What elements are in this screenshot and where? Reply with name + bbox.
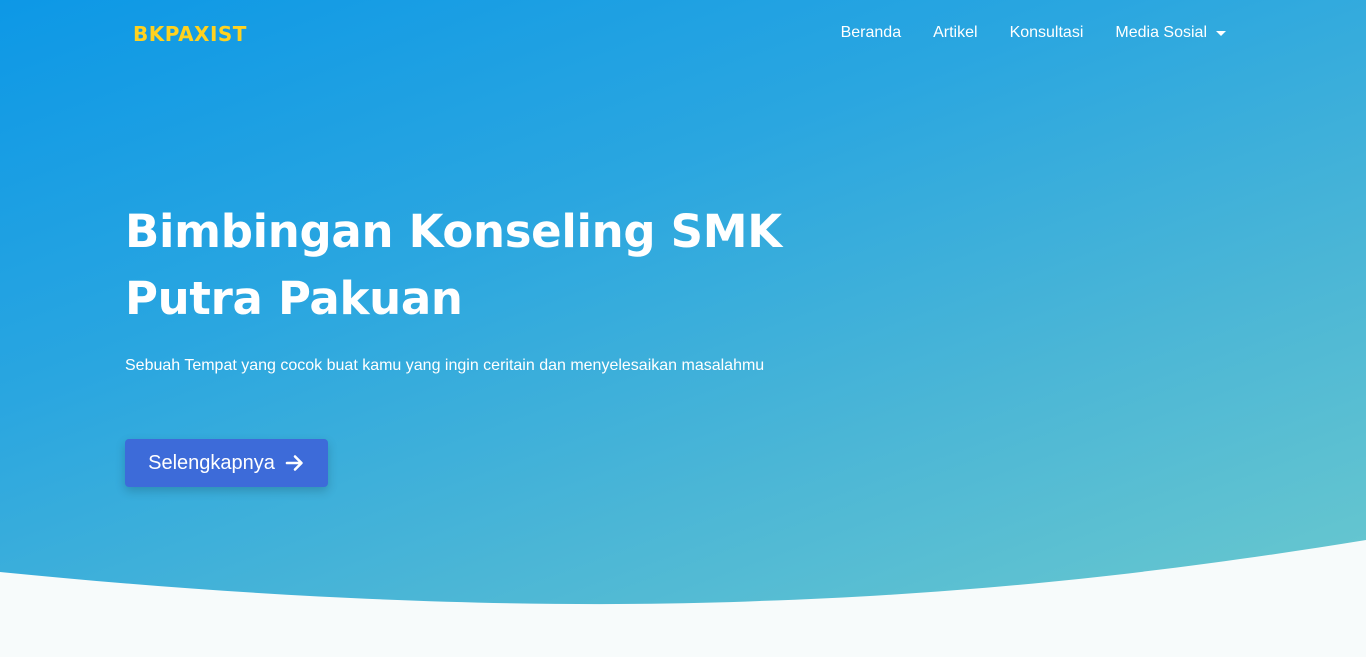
nav-link-label: Artikel — [933, 24, 978, 41]
nav-link-label: Media Sosial — [1115, 24, 1207, 41]
nav-link-label: Beranda — [840, 24, 902, 41]
caret-down-icon — [1216, 31, 1226, 36]
hero-content: Bimbingan Konseling SMK Putra Pakuan Seb… — [125, 198, 805, 378]
nav-link-label: Konsultasi — [1009, 24, 1084, 41]
nav-links: Beranda Artikel Konsultasi Media Sosial — [809, 24, 1226, 42]
brand-logo[interactable]: BKPAXIST — [133, 22, 247, 46]
hero-subtitle: Sebuah Tempat yang cocok buat kamu yang … — [125, 357, 765, 374]
hero-title-line-2: Putra Pakuan — [125, 272, 463, 325]
nav-link-artikel[interactable]: Artikel — [933, 24, 977, 42]
cta-label: Selengkapnya — [148, 451, 275, 474]
nav-dropdown-media-sosial[interactable]: Media Sosial — [1115, 24, 1226, 42]
hero-section: BKPAXIST Beranda Artikel Konsultasi Medi… — [0, 0, 1366, 657]
navbar: BKPAXIST Beranda Artikel Konsultasi Medi… — [0, 0, 1366, 70]
selengkapnya-button[interactable]: Selengkapnya — [125, 439, 328, 487]
arrow-right-icon — [285, 455, 303, 471]
nav-link-konsultasi[interactable]: Konsultasi — [1010, 24, 1084, 42]
hero-title-line-1: Bimbingan Konseling SMK — [125, 205, 782, 258]
nav-link-beranda[interactable]: Beranda — [841, 24, 902, 42]
wave-divider — [0, 540, 1366, 657]
hero-title: Bimbingan Konseling SMK Putra Pakuan — [125, 198, 805, 332]
